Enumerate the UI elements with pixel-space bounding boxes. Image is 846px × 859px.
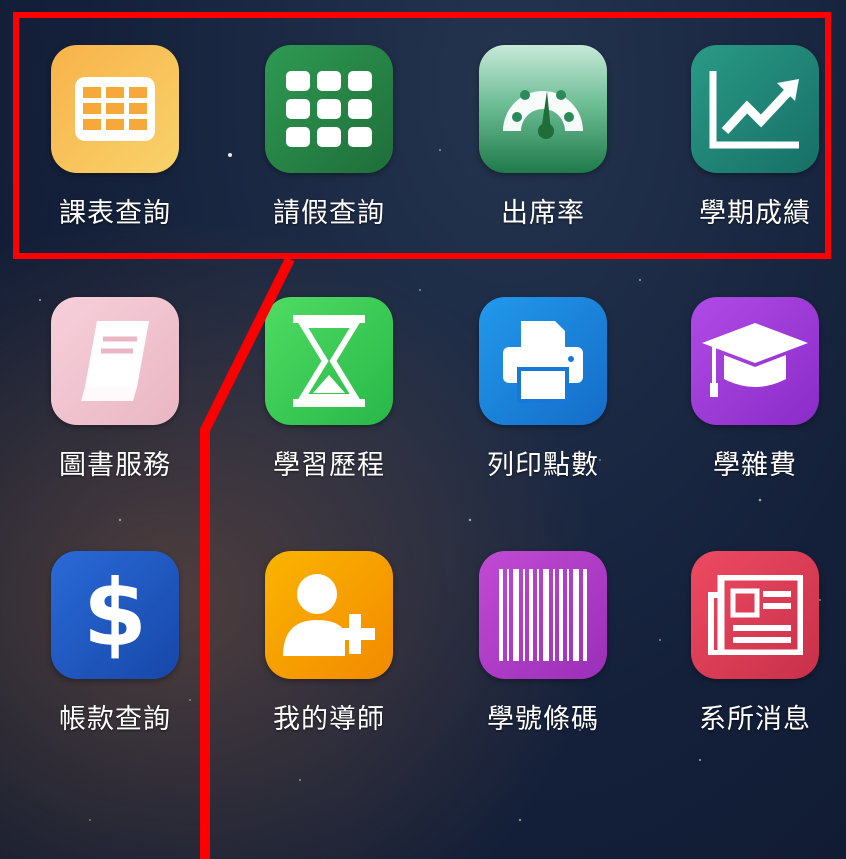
dollar-icon: $ bbox=[51, 551, 179, 679]
app-tuition-fees[interactable]: 學雜費 bbox=[660, 297, 846, 507]
app-label: 系所消息 bbox=[699, 704, 811, 735]
app-label: 學雜費 bbox=[713, 450, 797, 481]
barcode-icon bbox=[479, 551, 607, 679]
newspaper-icon bbox=[691, 551, 819, 679]
app-label: 圖書服務 bbox=[59, 450, 171, 481]
printer-icon bbox=[479, 297, 607, 425]
app-library-service[interactable]: 圖書服務 bbox=[20, 297, 210, 507]
add-person-icon bbox=[265, 551, 393, 679]
book-icon bbox=[51, 297, 179, 425]
app-print-points[interactable]: 列印點數 bbox=[448, 297, 638, 507]
graduation-cap-icon bbox=[691, 297, 819, 425]
hourglass-icon bbox=[265, 297, 393, 425]
app-label: 我的導師 bbox=[273, 704, 385, 735]
app-student-barcode[interactable]: 學號條碼 bbox=[448, 551, 638, 761]
app-my-advisor[interactable]: 我的導師 bbox=[234, 551, 424, 761]
app-label: 列印點數 bbox=[487, 450, 599, 481]
app-department-news[interactable]: 系所消息 bbox=[660, 551, 846, 761]
app-label: 學習歷程 bbox=[273, 450, 385, 481]
app-label: 帳款查詢 bbox=[59, 704, 171, 735]
highlight-box bbox=[13, 12, 831, 259]
app-label: 學號條碼 bbox=[487, 704, 599, 735]
svg-text:$: $ bbox=[83, 565, 147, 665]
app-account-query[interactable]: $ 帳款查詢 bbox=[20, 551, 210, 761]
app-learning-history[interactable]: 學習歷程 bbox=[234, 297, 424, 507]
